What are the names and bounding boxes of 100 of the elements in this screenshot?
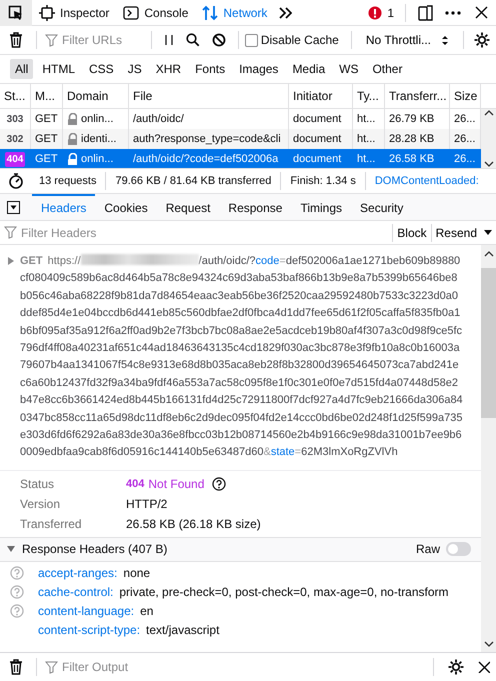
error-icon (368, 6, 382, 20)
detail-tab[interactable]: Security (351, 194, 412, 220)
table-cell-text: GET (35, 132, 58, 147)
header-name: content-language: (38, 603, 134, 620)
scroll-down-icon[interactable] (484, 640, 494, 648)
section-header[interactable]: Response Headers (407 B) Raw (0, 536, 481, 562)
table-cell-text: ht... (357, 152, 376, 167)
type-filter-button[interactable]: WS (334, 59, 364, 79)
detail-tab[interactable]: Cookies (95, 194, 157, 220)
table-cell-text: /auth/oidc/?code=def502006a (133, 152, 278, 167)
error-count-button[interactable]: 1 (361, 0, 401, 26)
summary-text: 13 requests (38, 174, 98, 189)
detail-tab[interactable]: Timings (291, 194, 352, 220)
table-cell-text: /auth/oidc/ (133, 112, 184, 127)
toolbox-tab[interactable]: Inspector (32, 0, 116, 26)
column-header[interactable]: St... (0, 84, 31, 108)
filter-headers-field[interactable]: Filter Headers (21, 224, 388, 242)
settings-icon[interactable] (474, 32, 490, 48)
header-value: en (140, 603, 154, 620)
scroll-down-icon[interactable] (484, 160, 494, 168)
column-header[interactable]: Initiator (289, 84, 353, 108)
table-cell-text: 28.28 KB (389, 132, 434, 147)
chevrons-icon[interactable] (278, 6, 292, 20)
table-cell-text: document (293, 152, 342, 167)
field-label: Transferred (20, 516, 83, 533)
table-cell-text: 26.79 KB (389, 112, 434, 127)
type-filter-button[interactable]: Fonts (190, 59, 230, 79)
block-button[interactable]: Block (393, 220, 431, 244)
trash-icon[interactable] (9, 659, 23, 675)
status-code: 303 (6, 112, 24, 126)
header-value: none (123, 565, 150, 582)
caret-icon (484, 230, 492, 236)
status-text: Not Found (148, 476, 204, 493)
block-icon[interactable] (212, 33, 226, 47)
throttling-select[interactable]: No Throttli... (362, 28, 453, 52)
pause-icon[interactable] (164, 34, 174, 46)
close-icon[interactable] (478, 661, 490, 673)
table-cell-text: identi... (81, 132, 116, 147)
expand-triangle-icon[interactable] (6, 545, 16, 554)
status-code: 404 (4, 152, 26, 166)
raw-label: Raw (416, 541, 440, 558)
type-filter-button[interactable]: HTML (37, 59, 80, 79)
filter-icon (45, 660, 58, 674)
header-name: content-script-type: (38, 622, 140, 640)
field-value: 26.58 KB (26.18 KB size) (126, 516, 261, 533)
scroll-up-icon[interactable] (484, 109, 494, 117)
type-filter-button[interactable]: JS (122, 59, 147, 79)
detail-tab[interactable]: Request (156, 194, 220, 220)
search-icon[interactable] (186, 33, 200, 47)
picker-button[interactable] (0, 0, 32, 26)
type-filter-button[interactable]: XHR (150, 59, 186, 79)
more-options-icon[interactable] (445, 10, 461, 16)
column-header[interactable]: Transferr... (385, 84, 450, 108)
disable-cache-checkbox[interactable] (244, 34, 258, 46)
type-filter-button[interactable]: Media (287, 59, 330, 79)
close-icon[interactable] (475, 6, 488, 19)
network-arrows-icon (202, 4, 218, 20)
panel-toggle-icon[interactable] (7, 200, 20, 214)
stopwatch-icon (8, 173, 24, 189)
responsive-icon[interactable] (418, 4, 433, 20)
type-filter-button[interactable]: CSS (84, 59, 119, 79)
picker-icon (8, 4, 24, 20)
table-cell-text: document (293, 112, 342, 127)
table-cell-text: 26... (454, 132, 476, 147)
detail-tab[interactable]: Response (219, 194, 292, 220)
table-cell-text: 26... (454, 112, 476, 127)
scroll-up-icon[interactable] (484, 250, 494, 258)
section-title: Response Headers (407 B) (22, 541, 168, 558)
raw-toggle[interactable] (446, 542, 471, 556)
field-value: HTTP/2 (126, 496, 168, 513)
column-header[interactable]: M... (31, 84, 63, 108)
table-cell-text: document (293, 132, 342, 147)
filter-urls-field[interactable]: Filter URLs (62, 31, 143, 49)
column-header[interactable]: Domain (63, 84, 129, 108)
scrollbar[interactable] (481, 109, 496, 168)
settings-icon[interactable] (448, 659, 464, 675)
type-filter-button[interactable]: Images (234, 59, 284, 79)
table-cell-text: ht... (357, 112, 376, 127)
dom-loaded-link[interactable]: DOMContentLoaded: (370, 172, 484, 190)
table-cell-text: 26... (454, 152, 476, 167)
column-header[interactable]: Ty... (353, 84, 385, 108)
help-icon[interactable] (212, 476, 226, 491)
expand-triangle-icon[interactable] (7, 256, 15, 266)
table-cell-text: ht... (357, 132, 376, 147)
field-label: Version (20, 496, 62, 513)
type-filter-button[interactable]: Other (367, 59, 408, 79)
column-header[interactable]: File (129, 84, 289, 108)
header-name: cache-control: (38, 584, 114, 602)
status-code: 302 (6, 132, 24, 146)
scrollbar[interactable] (481, 245, 496, 652)
toolbox-tab[interactable]: Network (195, 0, 274, 26)
column-header[interactable]: Size (450, 84, 481, 108)
field-label: Status (20, 476, 56, 493)
resend-dropdown[interactable]: Resend (432, 220, 496, 244)
toolbox-tab[interactable]: Console (116, 0, 196, 26)
type-filter-button[interactable]: All (10, 59, 34, 79)
trash-icon[interactable] (9, 32, 23, 48)
header-name: accept-ranges: (38, 565, 118, 582)
filter-output-field[interactable]: Filter Output (62, 658, 425, 676)
table-cell-text: GET (35, 152, 58, 167)
